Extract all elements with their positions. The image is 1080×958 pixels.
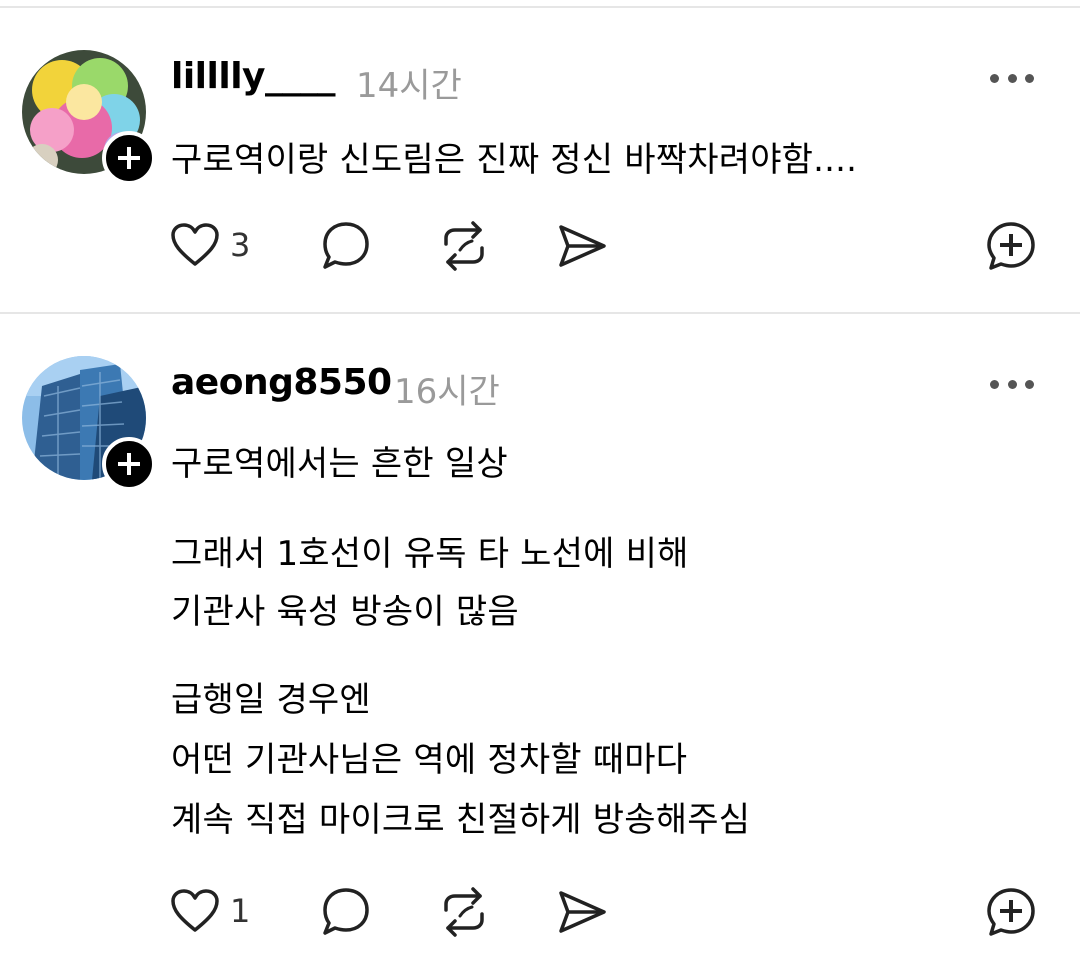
more-options-button[interactable] <box>990 68 1034 88</box>
repost-icon <box>444 887 484 937</box>
post-2: aeong8550 16시간 구로역에서는 흔한 일상 그래서 1호선이 유독 … <box>0 314 1080 958</box>
quote-button[interactable] <box>985 886 1037 938</box>
plus-icon <box>118 147 140 169</box>
send-icon <box>559 891 606 933</box>
post-text-line: 어떤 기관사님은 역에 정차할 때마다 <box>171 740 688 780</box>
add-circle-icon <box>987 888 1035 936</box>
more-dots-icon <box>990 379 999 389</box>
post-text-line: 구로역에서는 흔한 일상 <box>171 444 508 484</box>
follow-button[interactable] <box>102 437 156 491</box>
username[interactable]: aeong8550 <box>171 362 392 403</box>
post-1: lilllly____ 14시간 구로역이랑 신도림은 진짜 정신 바짝차려야함… <box>0 0 1080 312</box>
share-button[interactable] <box>556 888 608 936</box>
heart-icon <box>171 889 219 932</box>
quote-button[interactable] <box>985 220 1037 272</box>
post-timestamp: 16시간 <box>394 372 500 412</box>
comment-button[interactable] <box>320 886 372 938</box>
like-button[interactable]: 1 <box>170 888 250 934</box>
share-button[interactable] <box>556 222 608 270</box>
plus-icon <box>118 453 140 475</box>
like-count: 3 <box>230 226 251 264</box>
send-icon <box>559 225 606 267</box>
comment-button[interactable] <box>320 220 372 272</box>
more-dots-icon <box>990 73 999 83</box>
username[interactable]: lilllly____ <box>171 56 336 97</box>
repost-button[interactable] <box>438 220 490 272</box>
post-text-line: 기관사 육성 방송이 많음 <box>171 592 519 632</box>
post-text-line: 계속 직접 마이크로 친절하게 방송해주심 <box>171 800 751 840</box>
more-options-button[interactable] <box>990 374 1034 394</box>
follow-button[interactable] <box>102 131 156 185</box>
post-text-line: 그래서 1호선이 유독 타 노선에 비해 <box>171 534 689 574</box>
add-circle-icon <box>987 222 1035 270</box>
repost-button[interactable] <box>438 886 490 938</box>
post-text-line: 급행일 경우엔 <box>171 680 371 720</box>
heart-icon <box>171 223 219 266</box>
like-count: 1 <box>230 892 251 930</box>
comment-bubble-icon <box>323 222 369 269</box>
repost-icon <box>444 221 484 271</box>
like-button[interactable]: 3 <box>170 222 250 268</box>
post-timestamp: 14시간 <box>356 66 462 106</box>
post-text-line: 구로역이랑 신도림은 진짜 정신 바짝차려야함.... <box>171 140 858 180</box>
comment-bubble-icon <box>323 888 369 935</box>
